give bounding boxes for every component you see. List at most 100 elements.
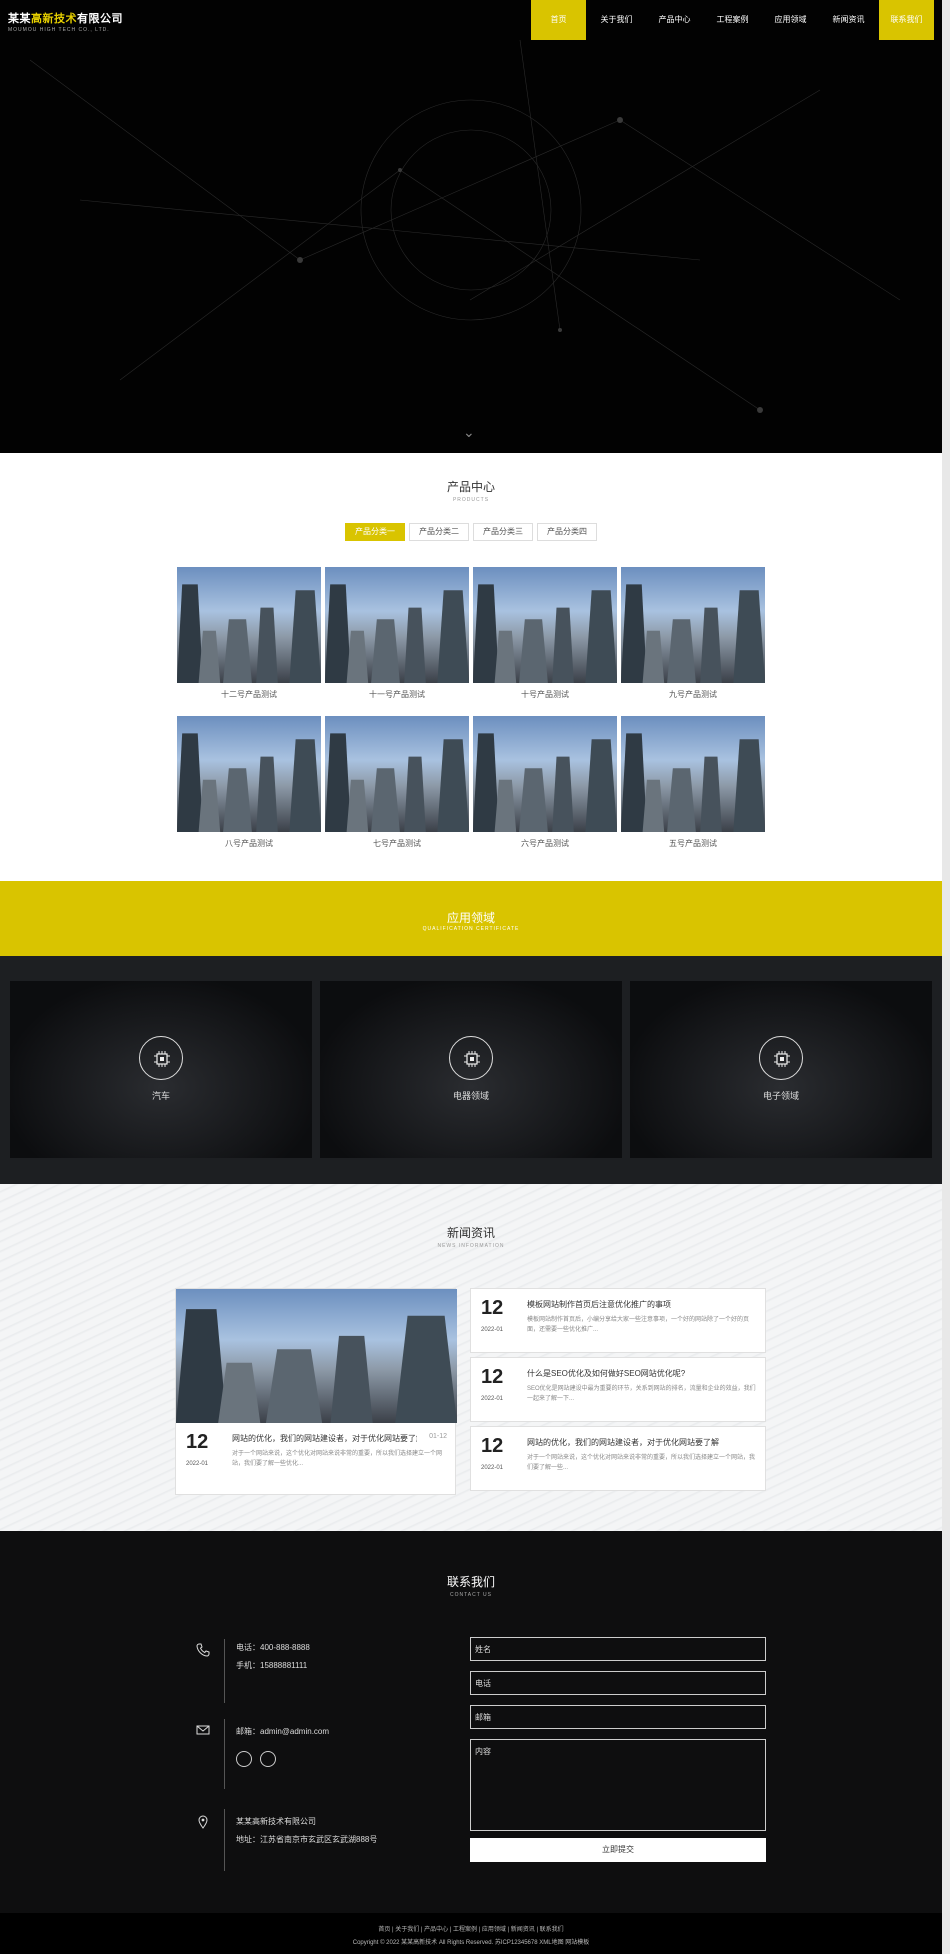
qq-icon[interactable] xyxy=(236,1751,252,1767)
product-caption[interactable]: 十一号产品测试 xyxy=(325,689,469,700)
name-field[interactable]: 姓名 xyxy=(470,1637,766,1661)
news-day: 12 xyxy=(186,1431,209,1453)
top-nav: 某某高新技术有限公司 MOUMOU HIGH TECH CO., LTD. 首页… xyxy=(0,0,942,40)
product-card[interactable]: 十一号产品测试 xyxy=(325,567,469,700)
nav-contact[interactable]: 联系我们 xyxy=(879,0,934,40)
ring-icon xyxy=(449,1036,493,1080)
section-subtitle: PRODUCTS xyxy=(452,497,490,503)
news-featured-image[interactable] xyxy=(176,1289,457,1423)
submit-button[interactable]: 立即提交 xyxy=(470,1838,766,1862)
news-title[interactable]: 模板网站制作首页后注意优化推广的事项 xyxy=(527,1299,757,1310)
nav-applications[interactable]: 应用领域 xyxy=(763,0,818,40)
product-card[interactable]: 五号产品测试 xyxy=(621,716,765,849)
news-item[interactable]: 12 2022-01 模板网站制作首页后注意优化推广的事项 模板网站制作首页后，… xyxy=(470,1288,766,1353)
tab-category-2[interactable]: 产品分类二 xyxy=(409,523,469,541)
scrollbar[interactable] xyxy=(942,0,950,1954)
tab-category-4[interactable]: 产品分类四 xyxy=(537,523,597,541)
product-caption[interactable]: 九号产品测试 xyxy=(621,689,765,700)
product-image[interactable] xyxy=(177,716,321,832)
news-item[interactable]: 12 2022-01 网站的优化，我们的网站建设者，对于优化网站要了解 对于一个… xyxy=(470,1426,766,1491)
application-card-auto[interactable]: 汽车 xyxy=(10,981,312,1158)
divider xyxy=(224,1719,225,1789)
product-image[interactable] xyxy=(325,716,469,832)
nav-cases[interactable]: 工程案例 xyxy=(705,0,760,40)
nav-news[interactable]: 新闻资讯 xyxy=(821,0,876,40)
contact-address: 地址：江苏省南京市玄武区玄武湖888号 xyxy=(236,1835,378,1844)
product-caption[interactable]: 十号产品测试 xyxy=(473,689,617,700)
tab-category-3[interactable]: 产品分类三 xyxy=(473,523,533,541)
product-caption[interactable]: 十二号产品测试 xyxy=(177,689,321,700)
skyscraper-graphic xyxy=(177,584,321,683)
news-day: 12 xyxy=(481,1435,504,1457)
application-label: 电子领域 xyxy=(762,1091,799,1101)
news-day: 12 xyxy=(481,1366,504,1388)
nav-products[interactable]: 产品中心 xyxy=(647,0,702,40)
chevron-down-icon[interactable]: ⌄ xyxy=(463,424,475,441)
product-image[interactable] xyxy=(325,567,469,683)
news-date: 2022-01 xyxy=(186,1461,209,1467)
logo-subtitle: MOUMOU HIGH TECH CO., LTD. xyxy=(8,27,110,33)
section-subtitle: CONTACT US xyxy=(449,1592,493,1598)
skyscraper-graphic xyxy=(176,1309,457,1423)
news-short-date: 01-12 xyxy=(429,1433,447,1440)
contact-email: 邮箱：admin@admin.com xyxy=(236,1727,330,1736)
product-image[interactable] xyxy=(621,567,765,683)
phone-field[interactable]: 电话 xyxy=(470,1671,766,1695)
news-featured[interactable]: 12 2022-01 网站的优化，我们的网站建设者，对于优化网站要了解 01-1… xyxy=(175,1288,457,1495)
skyscraper-graphic xyxy=(621,733,765,832)
ring-icon xyxy=(759,1036,803,1080)
product-card[interactable]: 六号产品测试 xyxy=(473,716,617,849)
main-menu: 首页 关于我们 产品中心 工程案例 应用领域 新闻资讯 联系我们 xyxy=(528,0,934,40)
wechat-icon[interactable] xyxy=(260,1751,276,1767)
product-image[interactable] xyxy=(177,567,321,683)
hero-banner: ⌄ xyxy=(0,0,942,453)
product-image[interactable] xyxy=(473,716,617,832)
product-caption[interactable]: 五号产品测试 xyxy=(621,838,765,849)
applications-header: 应用领域 QUALIFICATION CERTIFICATE xyxy=(0,881,942,956)
contact-email-block: 邮箱：admin@admin.com xyxy=(196,1719,456,1789)
tab-category-1[interactable]: 产品分类一 xyxy=(345,523,405,541)
nav-home[interactable]: 首页 xyxy=(531,0,586,40)
email-field[interactable]: 邮箱 xyxy=(470,1705,766,1729)
product-card[interactable]: 九号产品测试 xyxy=(621,567,765,700)
contact-company: 某某高新技术有限公司 xyxy=(236,1817,316,1826)
product-image[interactable] xyxy=(473,567,617,683)
news-excerpt: 对于一个网站来说，这个优化对网站来说非常的重要，所以我们选择建立一个网站，我们要… xyxy=(232,1451,443,1467)
product-card[interactable]: 七号产品测试 xyxy=(325,716,469,849)
application-card-electric[interactable]: 电器领域 xyxy=(320,981,622,1158)
footer-links[interactable]: 首页 | 关于我们 | 产品中心 | 工程案例 | 应用领域 | 新闻资讯 | … xyxy=(0,1913,942,1933)
location-pin-icon xyxy=(198,1815,208,1829)
news-item[interactable]: 12 2022-01 什么是SEO优化及如何做好SEO网站优化呢? SEO优化是… xyxy=(470,1357,766,1422)
news-excerpt: 模板网站制作首页后，小编分享给大家一些注意事项，一个好的网站除了一个好的页面，还… xyxy=(527,1317,750,1333)
product-tabs: 产品分类一 产品分类二 产品分类三 产品分类四 xyxy=(345,523,601,541)
news-section: 新闻资讯 NEWS INFORMATION 12 2022-01 网站的优化，我… xyxy=(0,1184,942,1531)
news-excerpt: 对于一个网站来说，这个优化对网站来说非常的重要，所以我们选择建立一个网站，我们要… xyxy=(527,1455,756,1471)
content-textarea[interactable]: 内容 xyxy=(470,1739,766,1831)
product-caption[interactable]: 七号产品测试 xyxy=(325,838,469,849)
section-title: 应用领域 xyxy=(446,911,495,925)
skyscraper-graphic xyxy=(473,584,617,683)
product-card[interactable]: 十二号产品测试 xyxy=(177,567,321,700)
product-caption[interactable]: 六号产品测试 xyxy=(473,838,617,849)
news-title[interactable]: 什么是SEO优化及如何做好SEO网站优化呢? xyxy=(527,1368,757,1379)
product-caption[interactable]: 八号产品测试 xyxy=(177,838,321,849)
news-title[interactable]: 网站的优化，我们的网站建设者，对于优化网站要了解 xyxy=(232,1433,417,1444)
footer-copyright: Copyright © 2022 某某高新技术 All Rights Reser… xyxy=(352,1940,590,1946)
phone-icon xyxy=(196,1643,210,1657)
news-date: 2022-01 xyxy=(481,1327,504,1333)
application-card-electronics[interactable]: 电子领域 xyxy=(630,981,932,1158)
footer: 首页 | 关于我们 | 产品中心 | 工程案例 | 应用领域 | 新闻资讯 | … xyxy=(0,1913,942,1954)
section-subtitle: NEWS INFORMATION xyxy=(437,1243,505,1249)
logo-text: 某某 xyxy=(8,13,31,25)
divider xyxy=(224,1639,225,1703)
mail-icon xyxy=(196,1725,210,1735)
product-card[interactable]: 八号产品测试 xyxy=(177,716,321,849)
news-title[interactable]: 网站的优化，我们的网站建设者，对于优化网站要了解 xyxy=(527,1437,757,1448)
nav-about[interactable]: 关于我们 xyxy=(589,0,644,40)
product-card[interactable]: 十号产品测试 xyxy=(473,567,617,700)
skyscraper-graphic xyxy=(621,584,765,683)
product-image[interactable] xyxy=(621,716,765,832)
news-excerpt: SEO优化是网站建设中最为重要的环节，关系到网站的排名，流量和企业的效益，我们一… xyxy=(527,1386,756,1402)
contact-address-block: 某某高新技术有限公司 地址：江苏省南京市玄武区玄武湖888号 xyxy=(196,1809,496,1871)
logo[interactable]: 某某高新技术有限公司 MOUMOU HIGH TECH CO., LTD. xyxy=(8,10,123,33)
